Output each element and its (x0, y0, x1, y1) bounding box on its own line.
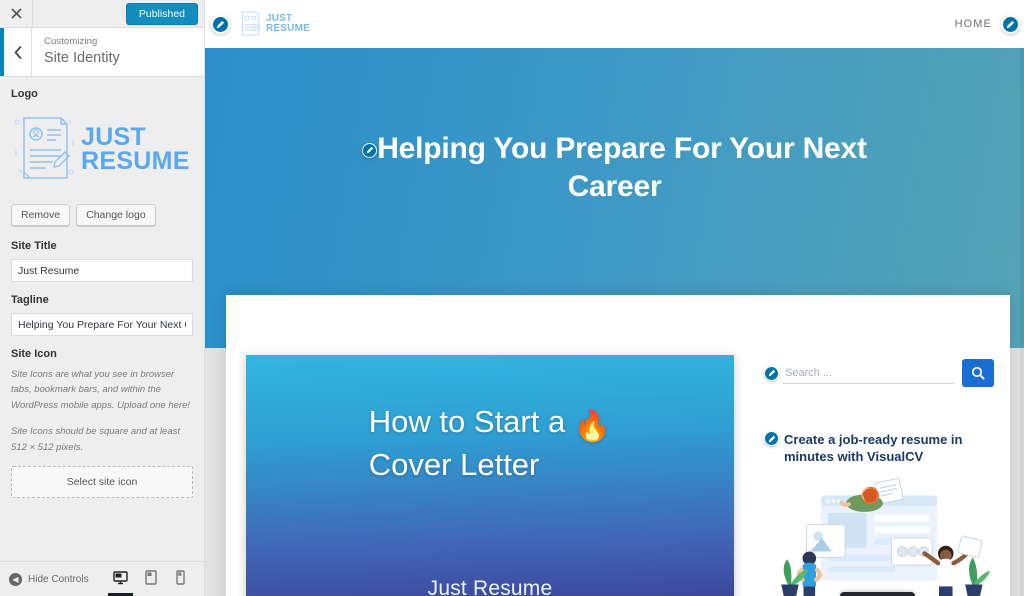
logo-word-just: JUST (81, 123, 147, 151)
panel-title-group: Customizing Site Identity (32, 28, 204, 76)
device-preview-switcher (108, 562, 193, 596)
content-panel: How to Start a 🔥 Cover Letter Just Resum… (226, 295, 1010, 596)
site-preview: JUST RESUME HOME Helping You Prepare For… (205, 0, 1024, 596)
remove-logo-button[interactable]: Remove (11, 204, 71, 226)
tagline-label: Tagline (11, 294, 49, 306)
edit-pencil-icon-tagline[interactable] (362, 142, 378, 158)
hide-controls-button[interactable]: ◀ Hide Controls (9, 572, 89, 586)
site-nav: HOME (955, 14, 1024, 34)
search-widget (764, 359, 994, 387)
site-logo: JUST RESUME (237, 9, 310, 39)
edit-pencil-icon-search[interactable] (764, 365, 779, 381)
main-column: How to Start a 🔥 Cover Letter Just Resum… (226, 315, 750, 596)
brand-word-resume: RESUME (266, 23, 310, 34)
site-brand-wordmark: JUST RESUME (266, 13, 310, 34)
logo-word-resume: RESUME (81, 147, 190, 175)
logo-preview[interactable]: JUST RESUME (11, 107, 194, 191)
nav-link-home[interactable]: HOME (955, 18, 992, 30)
language-switcher[interactable]: English (839, 592, 915, 596)
site-header: JUST RESUME HOME (205, 0, 1024, 48)
search-icon (971, 366, 985, 380)
hero-title: Helping You Prepare For Your Next Career (377, 132, 867, 204)
customizer-panel-header: Customizing Site Identity (0, 28, 204, 77)
site-brand[interactable]: JUST RESUME (211, 9, 310, 39)
preview-scrollbar[interactable] (1020, 48, 1024, 596)
site-icon-field: Site Icon Site Icons are what you see in… (11, 348, 193, 498)
publish-button[interactable]: Published (125, 2, 198, 25)
tablet-icon (144, 570, 157, 585)
visualcv-widget-title: Create a job-ready resume in minutes wit… (784, 432, 963, 465)
edit-pencil-icon-widget[interactable] (764, 431, 779, 446)
tagline-input[interactable] (11, 313, 193, 336)
resume-document-icon (14, 117, 74, 179)
hide-controls-label: Hide Controls (28, 573, 89, 585)
site-icon-help-1: Site Icons are what you see in browser t… (11, 369, 191, 411)
search-input[interactable] (783, 362, 954, 384)
logo-actions: Remove Change logo (11, 204, 193, 226)
desktop-icon (113, 570, 128, 584)
search-button[interactable] (962, 359, 994, 387)
logo-label: Logo (11, 88, 38, 100)
site-icon-help-2: Site Icons should be square and at least… (11, 426, 181, 453)
post-card-brand: Just Resume (427, 577, 553, 596)
desktop-preview-button[interactable] (108, 562, 133, 596)
customizer-controls: Logo JUST RESUME Remove Change logo Site… (0, 77, 204, 561)
edit-pencil-icon-menu[interactable] (1001, 14, 1020, 34)
customizer-screen: Published Customizing Site Identity Logo (0, 0, 1024, 596)
featured-post-card[interactable]: How to Start a 🔥 Cover Letter Just Resum… (246, 355, 734, 596)
site-title-label: Site Title (11, 240, 57, 252)
customizing-kicker: Customizing (44, 35, 98, 47)
close-icon[interactable] (0, 0, 33, 27)
circle-left-arrow-icon: ◀ (9, 572, 22, 586)
teamwork-illustration (781, 477, 991, 596)
site-title-input[interactable] (11, 259, 193, 282)
chevron-left-icon[interactable] (0, 28, 32, 76)
change-logo-button[interactable]: Change logo (76, 204, 156, 226)
mobile-preview-button[interactable] (168, 562, 193, 596)
fire-emoji-icon: 🔥 (573, 410, 612, 443)
post-card-title: How to Start a 🔥 Cover Letter (369, 403, 611, 483)
select-site-icon-button[interactable]: Select site icon (11, 465, 193, 498)
customizer-sidebar: Published Customizing Site Identity Logo (0, 0, 205, 596)
hero-title-group: Helping You Prepare For Your Next Career (325, 130, 905, 207)
site-icon-label: Site Icon (11, 348, 57, 360)
page-title: Site Identity (44, 50, 120, 67)
visualcv-widget: Create a job-ready resume in minutes wit… (764, 431, 994, 466)
customizer-footer: ◀ Hide Controls (0, 561, 204, 596)
post-card-title-line1: How to Start a (368, 404, 566, 439)
site-title-field: Site Title (11, 240, 193, 282)
post-card-title-line2: Cover Letter (368, 446, 540, 482)
resume-document-icon (241, 11, 261, 36)
mobile-icon (176, 570, 185, 585)
customizer-topbar: Published (0, 0, 204, 28)
logo-wordmark: JUST RESUME (81, 123, 190, 175)
tagline-field: Tagline (11, 294, 193, 336)
sidebar-column: Create a job-ready resume in minutes wit… (750, 315, 1010, 596)
tablet-preview-button[interactable] (138, 562, 163, 596)
edit-pencil-icon-logo[interactable] (211, 14, 230, 34)
search-field-wrap (764, 362, 954, 384)
